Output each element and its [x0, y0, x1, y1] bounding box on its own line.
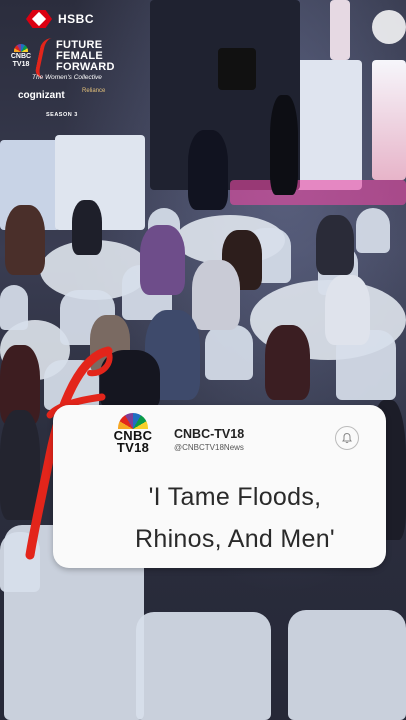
event-tagline: The Women's Collective [32, 74, 102, 81]
cnbc-tv18-logo: CNBC TV18 [109, 413, 157, 461]
camera-operator [188, 130, 228, 210]
headline-line2: Rhinos, And Men' [135, 525, 335, 553]
sponsor-cognizant: cognizant [18, 90, 65, 101]
logo-line2: TV18 [116, 440, 150, 455]
channel-handle[interactable]: @CNBCTV18News [174, 443, 244, 452]
cnbc-logo-text: CNBC TV18 [109, 429, 157, 455]
channel-name[interactable]: CNBC-TV18 [174, 427, 244, 441]
sponsors: cognizant Reliance [18, 88, 118, 101]
cnbc-small-label: CNBC TV18 [10, 53, 32, 68]
event-title: FUTURE FEMALE FORWARD [56, 40, 115, 73]
stage-floor [230, 180, 406, 205]
event-logo: CNBC TV18 FUTURE FEMALE FORWARD The Wome… [10, 38, 120, 118]
season-label: SEASON 3 [46, 112, 78, 118]
stage-light-stand [372, 60, 406, 180]
peacock-icon [118, 413, 148, 429]
audience-member [72, 200, 102, 255]
hsbc-label: HSBC [58, 12, 95, 26]
audience-member [316, 215, 354, 275]
hsbc-hexagon-icon [26, 10, 52, 28]
audience-member [5, 205, 45, 275]
stage-light [372, 10, 406, 44]
notification-button[interactable] [335, 426, 359, 450]
headline-line1: 'I Tame Floods, [148, 483, 322, 511]
audience-member [325, 275, 370, 345]
audience-member [140, 225, 185, 295]
stage-banner-right [296, 60, 362, 190]
quote-card: CNBC TV18 CNBC-TV18 @CNBCTV18News 'I Tam… [53, 405, 386, 568]
cnbc-small-logo: CNBC TV18 [10, 44, 32, 69]
chair [136, 612, 271, 720]
quote-headline: 'I Tame Floods, Rhinos, And Men' [85, 476, 385, 560]
peacock-icon [14, 44, 28, 52]
stage-pillar [330, 0, 350, 60]
sponsor-reliance: Reliance [82, 88, 106, 94]
chair [0, 285, 28, 330]
chair [356, 208, 390, 253]
hsbc-logo: HSBC [26, 10, 94, 28]
chair [288, 610, 406, 720]
bell-icon [342, 432, 352, 444]
speaker-box [218, 48, 256, 90]
audience-member [265, 325, 310, 400]
chair [205, 325, 253, 380]
presenter-silhouette [270, 95, 298, 195]
event-title-line3: FORWARD [56, 61, 115, 73]
event-video-background: HSBC CNBC TV18 FUTURE FEMALE FORWARD The… [0, 0, 406, 720]
audience-member [192, 260, 240, 330]
